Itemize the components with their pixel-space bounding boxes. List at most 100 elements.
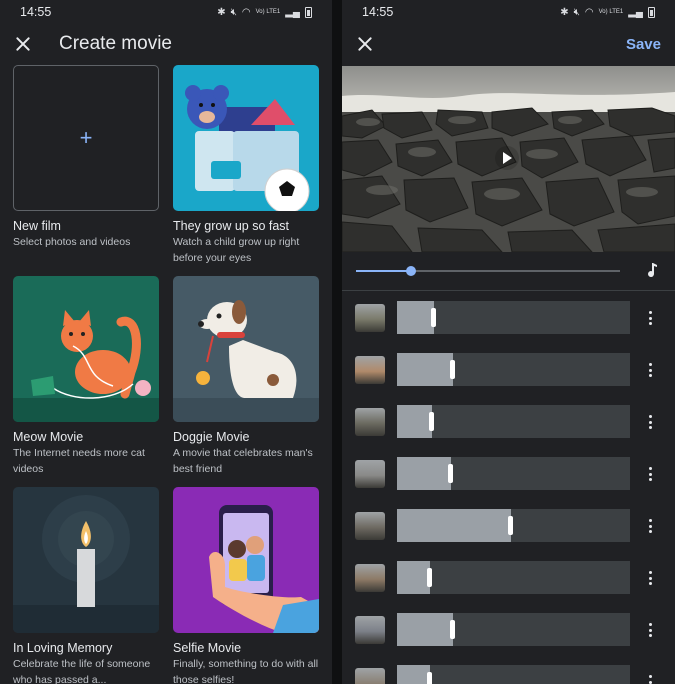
more-dot	[648, 415, 652, 418]
clip-trim-bar[interactable]	[397, 301, 630, 334]
clip-trim-handle[interactable]	[447, 464, 453, 483]
card-in-loving-memory[interactable]: In Loving Memory Celebrate the life of s…	[13, 487, 159, 684]
clip-trim-handle[interactable]	[449, 360, 455, 379]
more-vert-icon[interactable]	[642, 414, 658, 430]
app-bar: Create movie	[0, 24, 332, 64]
mute-icon: 🔇︎	[230, 6, 237, 18]
card-title: They grow up so fast	[173, 219, 290, 233]
clip-trim-bar[interactable]	[397, 353, 630, 386]
dog-art-icon	[173, 276, 319, 422]
card-title: New film	[13, 219, 61, 233]
clip-row[interactable]	[342, 353, 675, 387]
clip-row[interactable]	[342, 301, 675, 335]
play-icon[interactable]	[503, 152, 512, 164]
more-vert-icon[interactable]	[642, 674, 658, 684]
card-selfie-movie[interactable]: Selfie Movie Finally, something to do wi…	[173, 487, 319, 684]
more-dot	[648, 467, 652, 470]
close-icon[interactable]	[14, 35, 32, 53]
clip-trim-bar[interactable]	[397, 561, 630, 594]
more-dot	[648, 426, 652, 429]
clip-row[interactable]	[342, 509, 675, 543]
kids-illustration[interactable]	[173, 65, 319, 211]
clip-row[interactable]	[342, 665, 675, 684]
more-vert-icon[interactable]	[642, 570, 658, 586]
clip-trim-handle[interactable]	[449, 620, 455, 639]
close-icon[interactable]	[356, 35, 374, 53]
clip-thumbnail[interactable]	[355, 512, 385, 540]
volte-label: Vo) LTE1	[598, 9, 624, 15]
clip-thumbnail[interactable]	[355, 564, 385, 592]
more-dot	[648, 368, 652, 372]
clip-row[interactable]	[342, 405, 675, 439]
clip-thumbnail[interactable]	[355, 408, 385, 436]
more-vert-icon[interactable]	[642, 310, 658, 326]
clip-thumbnail[interactable]	[355, 460, 385, 488]
clip-thumbnail[interactable]	[355, 304, 385, 332]
video-preview[interactable]	[342, 66, 675, 252]
clip-trim-bar[interactable]	[397, 665, 630, 684]
card-subtitle: Celebrate the life of someone who has pa…	[13, 658, 151, 684]
clip-duration-fill	[397, 405, 432, 438]
candle-illustration[interactable]	[13, 487, 159, 633]
card-title: Doggie Movie	[173, 430, 250, 444]
card-subtitle: The Internet needs more cat videos	[13, 447, 145, 475]
card-meow-movie[interactable]: Meow Movie The Internet needs more cat v…	[13, 276, 159, 477]
more-dot	[648, 524, 652, 528]
more-dot	[648, 530, 652, 533]
more-vert-icon[interactable]	[642, 518, 658, 534]
scrubber-progress	[356, 270, 412, 272]
status-time: 14:55	[362, 5, 394, 19]
more-vert-icon[interactable]	[642, 362, 658, 378]
clip-thumbnail[interactable]	[355, 356, 385, 384]
clip-trim-bar[interactable]	[397, 613, 630, 646]
signal-icon: ▂▄	[285, 6, 300, 18]
save-button[interactable]: Save	[626, 36, 661, 53]
status-time: 14:55	[20, 5, 52, 19]
more-dot	[648, 322, 652, 325]
clip-row[interactable]	[342, 561, 675, 595]
card-doggie-movie[interactable]: Doggie Movie A movie that celebrates man…	[173, 276, 319, 477]
more-dot	[648, 316, 652, 320]
clip-trim-handle[interactable]	[426, 672, 432, 684]
clip-thumbnail[interactable]	[355, 616, 385, 644]
selfie-illustration[interactable]	[173, 487, 319, 633]
clip-row[interactable]	[342, 457, 675, 491]
more-vert-icon[interactable]	[642, 466, 658, 482]
clip-trim-bar[interactable]	[397, 509, 630, 542]
card-they-grow-up[interactable]: They grow up so fast Watch a child grow …	[173, 65, 319, 266]
new-film-thumbnail[interactable]: +	[13, 65, 159, 211]
bluetooth-icon: ✱	[560, 6, 569, 18]
clip-trim-handle[interactable]	[426, 568, 432, 587]
more-vert-icon[interactable]	[642, 622, 658, 638]
cat-illustration[interactable]	[13, 276, 159, 422]
card-subtitle: A movie that celebrates man's best frien…	[173, 447, 313, 475]
card-subtitle: Watch a child grow up right before your …	[173, 236, 300, 264]
clip-thumbnail[interactable]	[355, 668, 385, 684]
clip-duration-fill	[397, 509, 512, 542]
card-new-film[interactable]: + New film Select photos and videos	[13, 65, 159, 250]
more-dot	[648, 519, 652, 522]
clip-trim-handle[interactable]	[508, 516, 514, 535]
dog-illustration[interactable]	[173, 276, 319, 422]
card-title: In Loving Memory	[13, 641, 113, 655]
kids-art-icon	[173, 65, 319, 211]
music-note-icon[interactable]	[644, 262, 658, 278]
card-subtitle: Select photos and videos	[13, 236, 131, 248]
clip-trim-bar[interactable]	[397, 457, 630, 490]
cat-art-icon	[13, 276, 159, 422]
more-dot	[648, 628, 652, 632]
clip-trim-handle[interactable]	[431, 308, 437, 327]
more-dot	[648, 571, 652, 574]
status-bar: 14:55 ✱ 🔇︎ ◠ Vo) LTE1 ▂▄	[342, 0, 675, 24]
scrubber-handle[interactable]	[406, 266, 417, 276]
wifi-icon: ◠	[241, 6, 251, 18]
clip-row[interactable]	[342, 613, 675, 647]
page-title: Create movie	[59, 33, 172, 54]
status-bar: 14:55 ✱ 🔇︎ ◠ Vo) LTE1 ▂▄	[0, 0, 332, 24]
more-dot	[648, 634, 652, 637]
playback-scrubber[interactable]	[356, 264, 620, 278]
clip-trim-bar[interactable]	[397, 405, 630, 438]
more-dot	[648, 311, 652, 314]
more-dot	[648, 363, 652, 366]
clip-trim-handle[interactable]	[428, 412, 434, 431]
